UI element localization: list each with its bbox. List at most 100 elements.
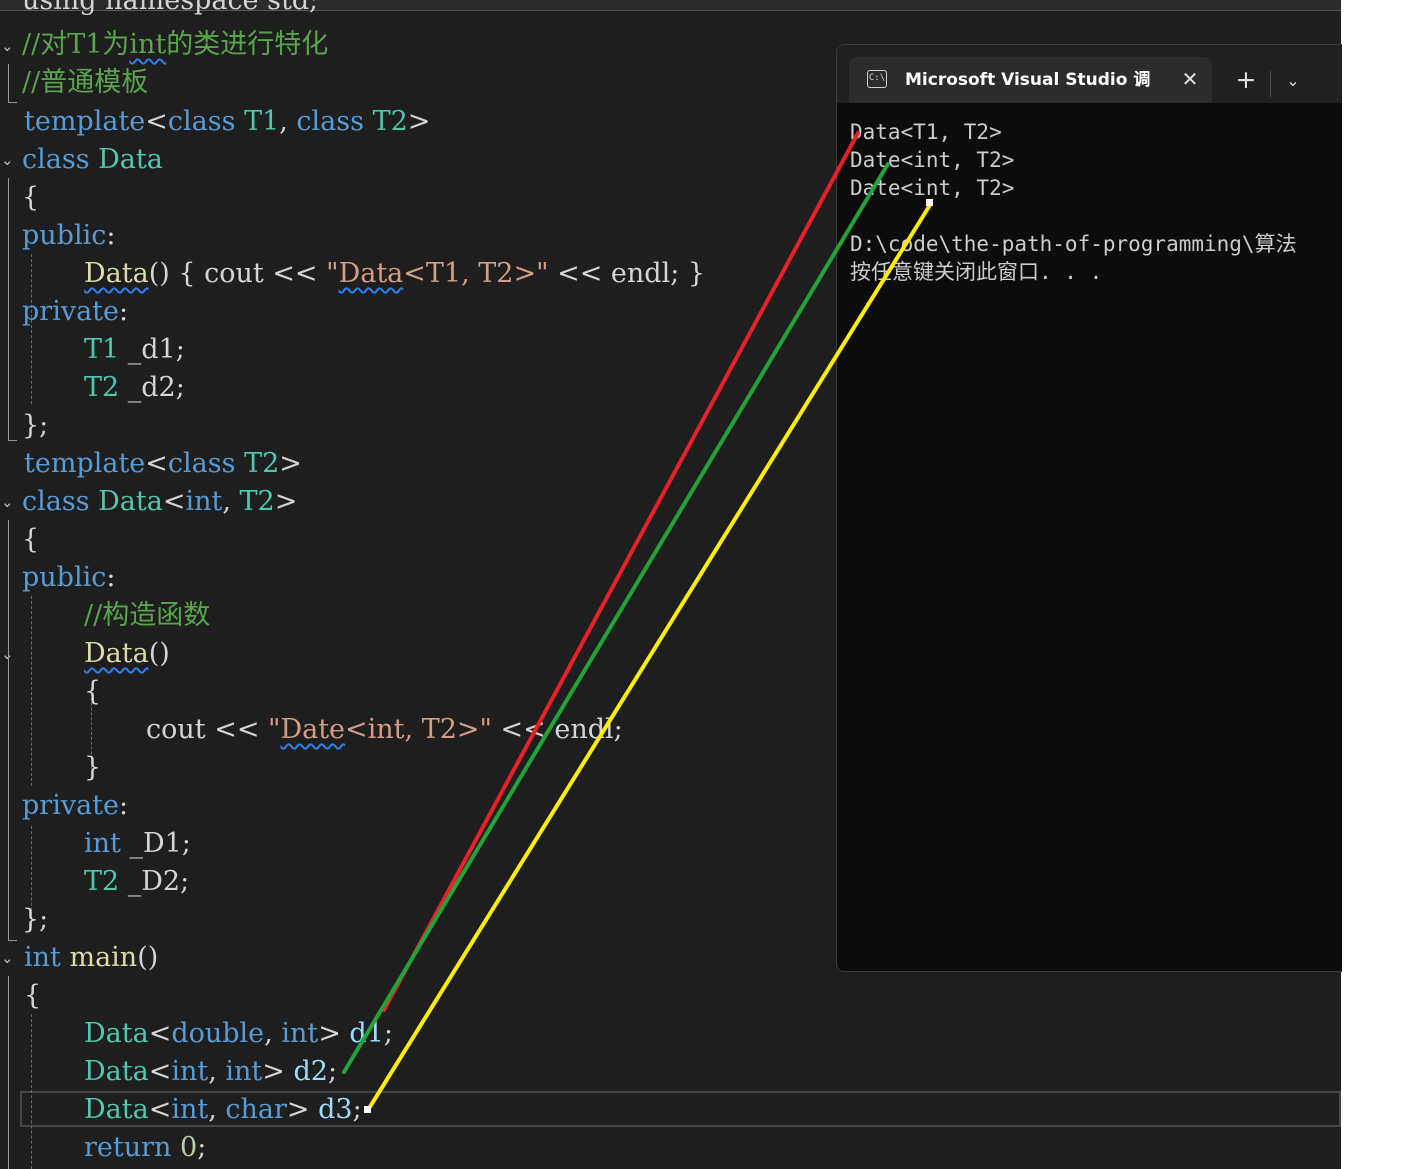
code-token: , (264, 1018, 282, 1049)
code-token: < (145, 106, 168, 137)
code-token: () { cout << (148, 258, 327, 289)
terminal-tab-strip: C:\ Microsoft Visual Studio 调试控制台 ✕ + ⌄ (837, 45, 1342, 103)
new-tab-button[interactable]: + (1232, 67, 1260, 95)
code-token: > (407, 106, 431, 137)
code-text: template<class T1, class T2> (24, 103, 430, 141)
code-line[interactable]: { (0, 977, 1341, 1015)
code-text: Data<double, int> d1; (84, 1015, 393, 1053)
code-text: }; (22, 407, 48, 445)
code-token: , (222, 486, 240, 517)
code-token: using namespace std; (22, 0, 319, 16)
code-token: _D1; (120, 828, 191, 859)
close-icon[interactable]: ✕ (1179, 67, 1201, 91)
code-line[interactable]: using namespace std; (0, 0, 1341, 20)
code-text: int main() (24, 939, 158, 977)
code-token: class (296, 106, 373, 137)
code-token: _d2; (119, 372, 185, 403)
code-token: : (106, 220, 116, 251)
code-token: int (281, 1018, 319, 1049)
chevron-down-icon[interactable]: ⌄ (1279, 67, 1307, 95)
code-token: " (268, 714, 281, 745)
code-text: return 0; (84, 1129, 206, 1167)
output-line: Date<int, T2> (850, 148, 1015, 172)
code-token: : (106, 562, 116, 593)
code-token: d1 (349, 1018, 384, 1049)
code-text: { (22, 179, 39, 217)
code-token: << endl; } (548, 258, 706, 289)
code-token: <int, T2>" (345, 714, 492, 745)
code-text: class Data<int, T2> (22, 483, 297, 521)
code-text: public: (22, 217, 115, 255)
code-token: <T1, T2>" (403, 258, 549, 289)
code-token: ; (352, 1094, 362, 1125)
code-text: } (84, 749, 101, 787)
debug-console-window[interactable]: C:\ Microsoft Visual Studio 调试控制台 ✕ + ⌄ … (836, 44, 1342, 972)
code-token: int (84, 828, 121, 859)
code-text: { (84, 673, 101, 711)
code-token: main (69, 942, 138, 973)
code-token: ; (383, 1018, 393, 1049)
code-token: Data (84, 638, 149, 669)
code-token: T2 (84, 372, 120, 403)
code-text: private: (22, 787, 128, 825)
code-token: class (22, 486, 99, 517)
terminal-tab[interactable]: C:\ Microsoft Visual Studio 调试控制台 ✕ (849, 57, 1212, 103)
code-text: //对T1为int的类进行特化 (22, 26, 328, 64)
code-text: public: (22, 559, 115, 597)
output-line: Date<int, T2> (850, 176, 1015, 200)
code-token: class (167, 106, 245, 137)
code-token: cout << (146, 714, 269, 745)
code-token: , (208, 1094, 226, 1125)
code-text: int _D1; (84, 825, 191, 863)
code-token: { (22, 182, 40, 213)
code-token: //普通模板 (22, 67, 149, 98)
code-line[interactable]: Data<double, int> d1; (0, 1015, 1341, 1053)
code-token: T1 (84, 334, 120, 365)
code-line[interactable]: Data<int, int> d2; (0, 1053, 1341, 1091)
code-token: { (24, 980, 42, 1011)
code-text: template<class T2> (24, 445, 302, 483)
code-token: char (225, 1094, 287, 1125)
code-text: using namespace std; (22, 0, 318, 20)
code-token: }; (22, 904, 49, 935)
code-token: Data (84, 258, 149, 289)
code-token: < (162, 486, 186, 517)
code-text: { (22, 521, 39, 559)
code-token: }; (22, 410, 49, 441)
code-token: () (137, 942, 159, 973)
code-token: public (22, 220, 107, 251)
code-token: class (167, 448, 245, 479)
code-token: _D2; (119, 866, 190, 897)
code-text: T2 _D2; (84, 863, 189, 901)
code-line[interactable]: return 0; (0, 1129, 1341, 1167)
code-token: Data (98, 144, 163, 175)
code-text: Data<int, char> d3; (84, 1091, 362, 1129)
code-token: 0 (180, 1132, 198, 1163)
code-token: , (208, 1056, 226, 1087)
code-token: << endl; (491, 714, 623, 745)
code-token: < (148, 1094, 172, 1125)
code-text: { (24, 977, 41, 1015)
code-token: template (24, 448, 146, 479)
code-token: private (22, 790, 120, 821)
code-token: > (262, 1056, 294, 1087)
code-token: //对T1为 (22, 29, 130, 60)
code-token: int (24, 942, 70, 973)
code-token: T2 (372, 106, 408, 137)
code-token: < (148, 1056, 172, 1087)
code-line[interactable]: Data<int, char> d3; (0, 1091, 1341, 1129)
code-text: //构造函数 (84, 597, 210, 635)
code-token: Data (84, 1056, 149, 1087)
output-line: Data<T1, T2> (850, 120, 1002, 144)
code-token: < (145, 448, 168, 479)
code-token: Data (84, 1018, 149, 1049)
code-text: Data() { cout << "Data<T1, T2>" << endl;… (84, 255, 705, 293)
code-token: return (84, 1132, 181, 1163)
code-token: int (129, 29, 167, 60)
console-icon: C:\ (867, 70, 887, 88)
code-token: Data (98, 486, 163, 517)
code-token: , (279, 106, 297, 137)
code-token: //构造函数 (84, 600, 211, 631)
code-token: () (148, 638, 170, 669)
code-token: public (22, 562, 107, 593)
